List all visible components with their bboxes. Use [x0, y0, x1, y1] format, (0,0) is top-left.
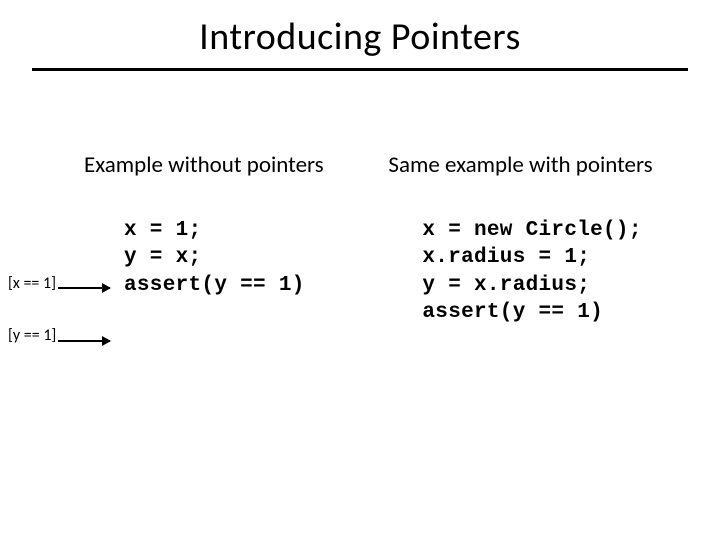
title-divider: [32, 68, 688, 71]
arrow-icon: [58, 287, 110, 289]
right-column: Same example with pointers x = new Circl…: [386, 151, 696, 326]
content-columns: Example without pointers x = 1; y = x; a…: [0, 151, 720, 326]
right-code-block: x = new Circle(); x.radius = 1; y = x.ra…: [386, 217, 696, 326]
annotation-y: [y == 1]: [8, 326, 56, 345]
right-heading: Same example with pointers: [386, 151, 696, 179]
arrow-icon: [58, 340, 110, 342]
left-heading: Example without pointers: [8, 151, 386, 179]
slide-title: Introducing Pointers: [0, 0, 720, 60]
left-column: Example without pointers x = 1; y = x; a…: [8, 151, 386, 326]
annotation-x: [x == 1]: [8, 274, 56, 293]
